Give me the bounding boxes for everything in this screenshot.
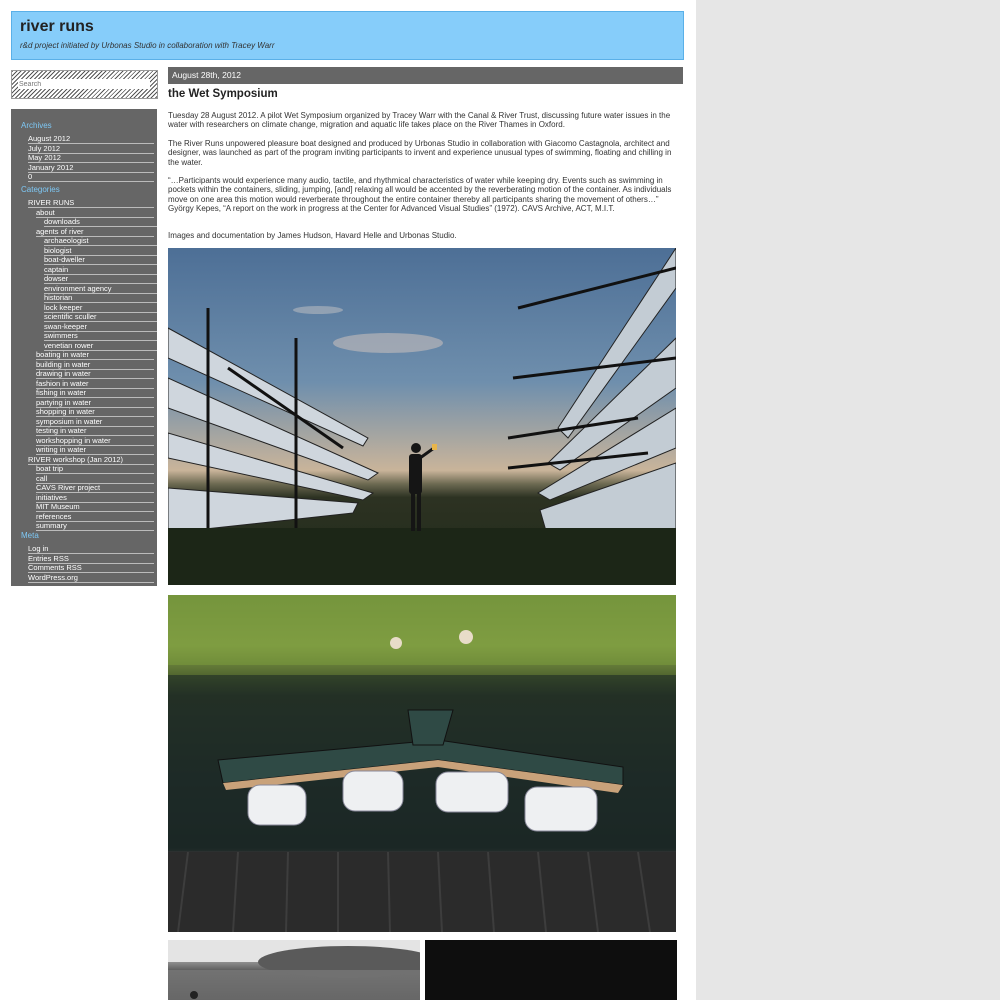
category-link[interactable]: archaeologist — [44, 236, 157, 246]
category-link[interactable]: workshopping in water — [36, 436, 154, 446]
post-date-bar: August 28th, 2012 — [168, 67, 683, 84]
category-link[interactable]: references — [36, 512, 154, 522]
meta-heading: Meta — [21, 531, 39, 540]
site-header: river runs r&d project initiated by Urbo… — [11, 11, 684, 60]
categories-heading: Categories — [21, 185, 60, 194]
photo-river-bw-art — [168, 940, 420, 1000]
category-link[interactable]: symposium in water — [36, 417, 154, 427]
category-link[interactable]: call — [36, 474, 154, 484]
site-description: r&d project initiated by Urbonas Studio … — [20, 41, 275, 50]
category-link[interactable]: RIVER workshop (Jan 2012) — [28, 455, 154, 465]
category-link[interactable]: testing in water — [36, 426, 154, 436]
archive-link[interactable]: January 2012 — [28, 163, 154, 173]
archives-heading: Archives — [21, 121, 52, 130]
search-input[interactable] — [18, 79, 150, 89]
category-link[interactable]: building in water — [36, 360, 154, 370]
category-link[interactable]: downloads — [44, 217, 157, 227]
category-link[interactable]: boating in water — [36, 350, 154, 360]
meta-link[interactable]: WordPress.org — [28, 573, 154, 583]
category-link[interactable]: about — [36, 208, 154, 218]
category-link[interactable]: CAVS River project — [36, 483, 154, 493]
photo-floating-platform-art — [168, 595, 676, 932]
category-link[interactable]: venetian rower — [44, 341, 157, 351]
category-link[interactable]: writing in water — [36, 445, 154, 455]
page: river runs r&d project initiated by Urbo… — [0, 0, 696, 1000]
meta-link[interactable]: Entries RSS — [28, 554, 154, 564]
category-link[interactable]: partying in water — [36, 398, 154, 408]
post-paragraph: Images and documentation by James Hudson… — [168, 231, 457, 240]
category-link[interactable]: environment agency — [44, 284, 157, 294]
category-link[interactable]: fashion in water — [36, 379, 154, 389]
category-link[interactable]: boat trip — [36, 464, 154, 474]
search-box — [11, 70, 158, 99]
category-link[interactable]: agents of river — [36, 227, 154, 237]
photo-boat-racks-art — [168, 248, 676, 585]
archive-link[interactable]: August 2012 — [28, 134, 154, 144]
category-link[interactable]: MIT Museum — [36, 502, 154, 512]
archive-link[interactable]: May 2012 — [28, 153, 154, 163]
post-paragraph: Tuesday 28 August 2012. A pilot Wet Symp… — [168, 111, 671, 130]
category-link[interactable]: boat-dweller — [44, 255, 157, 265]
category-link[interactable]: lock keeper — [44, 303, 157, 313]
archive-link[interactable]: July 2012 — [28, 144, 154, 154]
photo-river-bw[interactable] — [168, 940, 420, 1000]
photo-night[interactable] — [425, 940, 677, 1000]
post-paragraph: The River Runs unpowered pleasure boat d… — [168, 139, 672, 167]
category-link[interactable]: scientific sculler — [44, 312, 157, 322]
site-title[interactable]: river runs — [20, 18, 94, 36]
photo-floating-platform[interactable] — [168, 595, 676, 932]
category-link[interactable]: drawing in water — [36, 369, 154, 379]
category-link[interactable]: summary — [36, 521, 154, 531]
meta-link[interactable]: Log in — [28, 544, 154, 554]
post-date: August 28th, 2012 — [172, 70, 242, 80]
post-paragraph: “…Participants would experience many aud… — [168, 176, 672, 213]
sidebar: Archives August 2012 July 2012 May 2012 … — [11, 109, 157, 586]
category-link[interactable]: fishing in water — [36, 388, 154, 398]
category-link[interactable]: swimmers — [44, 331, 157, 341]
category-link[interactable]: shopping in water — [36, 407, 154, 417]
category-link[interactable]: initiatives — [36, 493, 154, 503]
category-link[interactable]: captain — [44, 265, 157, 275]
meta-link[interactable]: Comments RSS — [28, 563, 154, 573]
archive-link[interactable]: 0 — [28, 172, 154, 182]
category-link[interactable]: biologist — [44, 246, 157, 256]
category-link[interactable]: swan-keeper — [44, 322, 157, 332]
category-link[interactable]: historian — [44, 293, 157, 303]
post-title[interactable]: the Wet Symposium — [168, 88, 278, 100]
photo-boat-racks[interactable] — [168, 248, 676, 585]
category-link[interactable]: RIVER RUNS — [28, 198, 154, 208]
category-link[interactable]: dowser — [44, 274, 157, 284]
